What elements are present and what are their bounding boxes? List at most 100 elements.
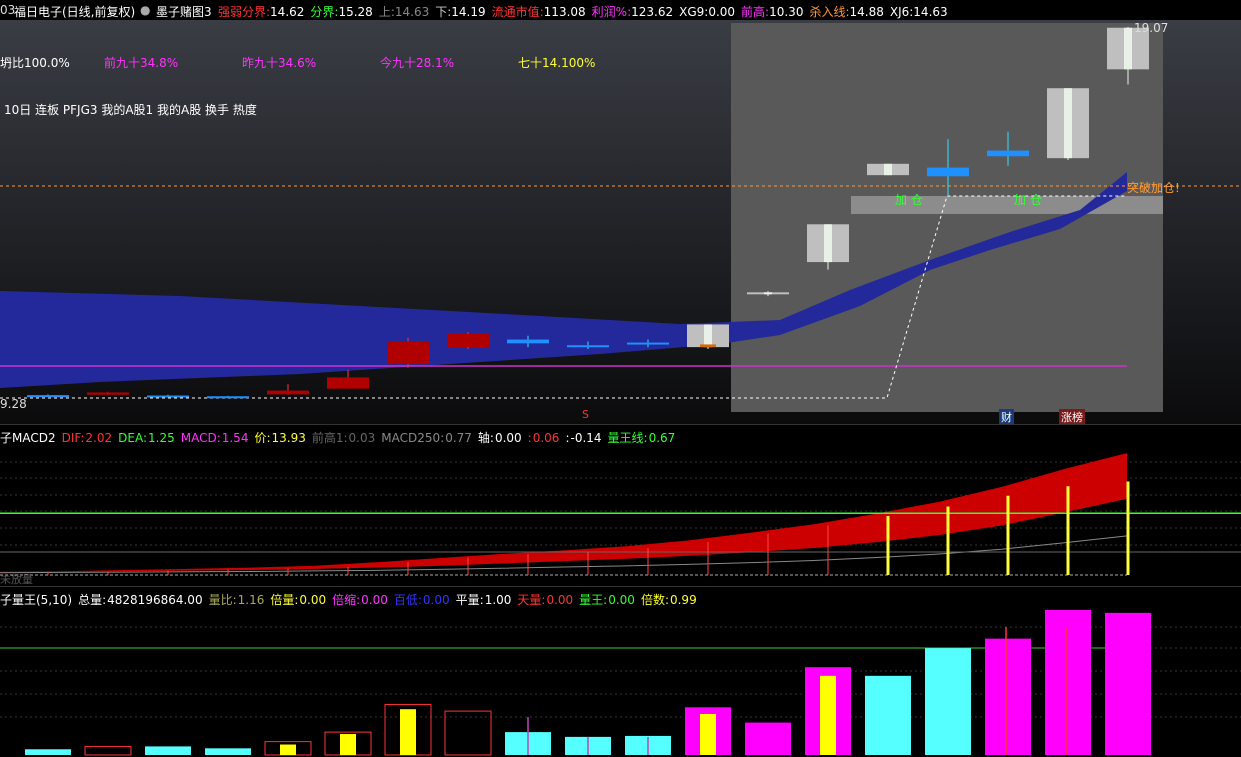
macd-value-2: 1.54 [221,431,249,445]
volume-chart[interactable] [0,587,1241,757]
macd-value-0: 2.02 [85,431,113,445]
candle-body [147,395,189,398]
candle-highlight [1124,27,1132,70]
candle-body [627,342,669,345]
vol-value-5: 1.00 [484,593,512,607]
indicator-label-8: 杀入线: [809,5,850,19]
volume-header: 子量王(5,10) 总量:4828196864.00 量比:1.16 倍量:0.00 倍… [0,591,703,608]
max-price-label: 19.07 [1134,21,1169,35]
volume-inner-bar [280,744,296,755]
macd-chart[interactable] [0,425,1241,587]
candle-body [567,345,609,348]
macd-label-8: : [565,431,570,445]
vol-label-1: 量比: [208,593,237,607]
vol-value-3: 0.00 [361,593,388,607]
macd-label-4: 前高1: [311,431,348,445]
macd-label-5: MACD250: [381,431,445,445]
vol-value-0: 4828196864.00 [107,593,203,607]
indicator-label-7: 前高: [741,5,770,19]
breakout-label: 突破加仓! [1127,181,1180,195]
indicator-label-1: 分界: [310,5,339,19]
candle-body [327,377,369,389]
finance-tag[interactable]: 财 [999,409,1014,424]
indicator-value-1: 15.28 [338,5,373,19]
vol-label-7: 量王: [579,593,608,607]
candle-highlight [704,324,712,348]
candle-highlight [764,292,772,295]
macd-label-1: DEA: [118,431,147,445]
title-bar: 03 福日电子(日线,前复权) ● 墨子赌图3 强弱分界:14.62 分界:15.… [0,0,1241,20]
candle-body [447,333,489,348]
volume-inner-bar [700,713,716,755]
volume-inner-bar [400,709,416,755]
vol-value-6: 0.00 [546,593,574,607]
candle-body [927,167,969,177]
vol-label-4: 百低: [393,593,422,607]
stock-code: 03 [0,3,16,17]
volume-panel[interactable]: 子量王(5,10) 总量:4828196864.00 量比:1.16 倍量:0.00 倍… [0,586,1241,757]
indicator-value-5: 123.62 [631,5,674,19]
vol-label-3: 倍缩: [332,593,361,607]
vol-value-2: 0.00 [299,593,327,607]
vol-value-7: 0.00 [608,593,635,607]
indicator-label-3: 下: [435,5,452,19]
volume-bar [84,745,132,756]
formula-name[interactable]: 墨子赌图3 [156,3,212,20]
indicator-label-4: 流通市值: [491,5,544,19]
volume-bar [444,710,492,756]
vol-label-5: 平量: [455,593,484,607]
candle-highlight [884,163,892,176]
indicator-label-0: 强弱分界: [218,5,271,19]
macd-title: 子MACD2 [0,431,56,445]
vol-value-4: 0.00 [422,593,450,607]
indicator-value-6: 0.00 [708,5,736,19]
vol-label-6: 天量: [517,593,546,607]
top-gainers-tag[interactable]: 涨榜 [1059,409,1085,424]
indicator-value-8: 14.88 [849,5,884,19]
macd-label-3: 价: [254,431,271,445]
macd-value-9: 0.67 [648,431,676,445]
candlestick-chart[interactable] [0,20,1241,424]
candle-highlight [1064,88,1072,159]
macd-bottom-label: 未放量 [0,573,33,586]
volume-bar [925,648,971,755]
volume-bar [865,675,911,755]
indicator-value-0: 14.62 [270,5,305,19]
candle-body [507,339,549,344]
candle-inner [700,344,716,348]
vol-label-2: 倍量: [270,593,299,607]
macd-label-9: 量王线: [607,431,648,445]
volume-inner-bar [340,734,356,755]
indicator-value-4: 113.08 [543,5,586,19]
macd-header: 子MACD2 DIF:2.02 DEA:1.25 MACD:1.54 价:13.93 前高… [0,429,681,446]
indicator-label-6: XG9: [679,5,709,19]
indicator-label-5: 利润%: [591,5,632,19]
add-position-label-1: 加 仓 [895,193,923,207]
add-position-label-2: 加 仓 [1014,193,1042,207]
indicator-value-2: 14.63 [394,5,430,19]
macd-label-2: MACD: [180,431,221,445]
highlight-box [731,23,1163,412]
macd-label-7: : [527,431,532,445]
vol-value-1: 1.16 [237,593,265,607]
sell-marker: S [582,408,589,421]
candle-body [27,395,69,398]
candle-body [987,150,1029,157]
indicator-value-9: 14.63 [913,5,948,19]
formula-dropdown-icon[interactable]: ● [140,3,150,17]
volume-bar [745,722,791,755]
macd-label-6: 轴: [477,431,494,445]
price-chart-panel[interactable]: 坍比100.0% 前九十34.8% 昨九十34.6% 今九十28.1% 七十14.100… [0,20,1241,424]
stock-name[interactable]: 福日电子(日线,前复权) [14,3,135,20]
min-price-label: 9.28 [0,397,27,411]
volume-inner-bar [820,675,836,755]
macd-value-6: 0.00 [494,431,522,445]
macd-value-5: 0.77 [445,431,472,445]
candle-body [267,390,309,395]
candle-highlight [824,224,832,263]
indicator-label-2: 上: [378,5,395,19]
macd-panel[interactable]: 子MACD2 DIF:2.02 DEA:1.25 MACD:1.54 价:13.93 前高… [0,424,1241,587]
candle-body [87,392,129,395]
macd-value-8: -0.14 [570,431,602,445]
macd-value-3: 13.93 [271,431,306,445]
